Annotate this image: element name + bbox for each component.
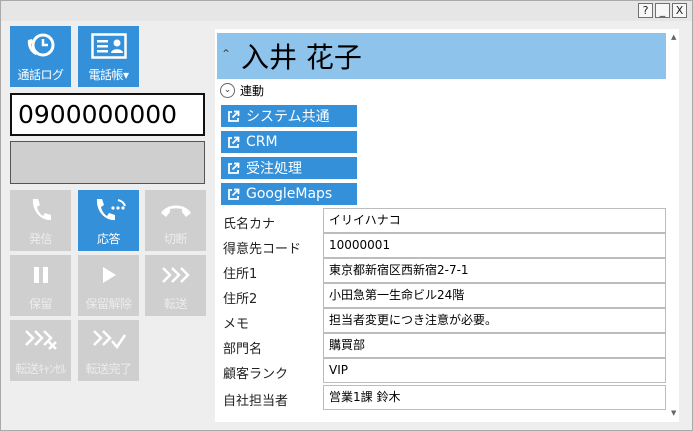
link-label: システム共通 <box>246 109 330 125</box>
phone-number-display[interactable]: 0900000000 <box>10 93 205 136</box>
field-value-staff[interactable]: 営業1課 鈴木 <box>323 385 666 410</box>
collapse-chevron-icon[interactable]: ⌃ <box>221 47 231 61</box>
unhold-label: 保留解除 <box>85 297 132 311</box>
link-label: GoogleMaps <box>246 186 333 202</box>
hangup-label: 切断 <box>163 232 188 246</box>
transfer-complete-button[interactable]: 転送完了 <box>78 320 139 381</box>
transfer-cancel-button[interactable]: 転送ｷｬﾝｾﾙ <box>10 320 71 381</box>
external-link-icon <box>223 131 243 153</box>
field-value-memo[interactable]: 担当者変更につき注意が必要。 <box>323 308 666 333</box>
field-value-department[interactable]: 購買部 <box>323 333 666 358</box>
transfer-icon <box>145 255 206 295</box>
transfer-cancel-label: 転送ｷｬﾝｾﾙ <box>15 362 66 376</box>
external-link-icon <box>223 105 243 127</box>
call-button[interactable]: 発信 <box>10 190 71 251</box>
clock-phone-icon <box>10 26 71 66</box>
field-value-address2[interactable]: 小田急第一生命ビル24階 <box>323 283 666 308</box>
hold-button[interactable]: 保留 <box>10 255 71 316</box>
phonebook-label: 電話帳▾ <box>88 68 129 82</box>
field-label: 得意先コード <box>223 242 302 257</box>
help-button[interactable]: ? <box>638 3 653 18</box>
scroll-up-arrow-icon[interactable]: ▲ <box>671 33 676 41</box>
transfer-cancel-icon <box>10 320 71 360</box>
phone-icon <box>10 190 71 230</box>
field-label: 自社担当者 <box>223 394 289 409</box>
field-label: 氏名カナ <box>223 217 276 232</box>
field-value-kana[interactable]: イリイハナコ <box>323 208 666 233</box>
field-value-customer-rank[interactable]: VIP <box>323 358 666 383</box>
contact-name: 入井 花子 <box>241 41 362 74</box>
softphone-window: ? _ X 通話ログ 電話帳▾ 0900000000 発信 応答 切断 保留 保… <box>0 0 693 431</box>
phone-ringing-icon <box>78 190 139 230</box>
transfer-complete-icon <box>78 320 139 360</box>
answer-label: 応答 <box>96 232 121 246</box>
link-section-toggle[interactable]: ⌄ 連動 <box>220 81 264 99</box>
field-label: メモ <box>223 317 250 332</box>
call-status-display <box>10 141 205 184</box>
play-icon <box>78 255 139 295</box>
field-label: 部門名 <box>223 342 263 357</box>
hangup-button[interactable]: 切断 <box>145 190 206 251</box>
link-section-label: 連動 <box>240 83 265 98</box>
call-log-button[interactable]: 通話ログ <box>10 26 71 87</box>
close-button[interactable]: X <box>672 3 687 18</box>
link-button-orders[interactable]: 受注処理 <box>221 157 357 179</box>
answer-button[interactable]: 応答 <box>78 190 139 251</box>
phonebook-button[interactable]: 電話帳▾ <box>78 26 139 87</box>
field-value-address1[interactable]: 東京都新宿区西新宿2-7-1 <box>323 258 666 283</box>
field-label: 顧客ランク <box>223 367 289 382</box>
call-label: 発信 <box>28 232 53 246</box>
link-button-crm[interactable]: CRM <box>221 131 357 153</box>
link-label: 受注処理 <box>246 161 302 177</box>
minimize-button[interactable]: _ <box>655 3 670 18</box>
transfer-complete-label: 転送完了 <box>85 362 132 376</box>
transfer-label: 転送 <box>163 297 188 311</box>
link-button-googlemaps[interactable]: GoogleMaps <box>221 183 357 205</box>
contact-card-icon <box>78 26 139 66</box>
title-bar: ? _ X <box>1 1 692 21</box>
contact-header: ⌃ 入井 花子 <box>217 33 666 79</box>
external-link-icon <box>223 183 243 205</box>
link-label: CRM <box>246 134 278 150</box>
call-log-label: 通話ログ <box>17 68 64 82</box>
pause-icon <box>10 255 71 295</box>
field-label: 住所2 <box>223 292 258 307</box>
field-label: 住所1 <box>223 267 258 282</box>
link-button-system[interactable]: システム共通 <box>221 105 357 127</box>
external-link-icon <box>223 157 243 179</box>
chevron-down-icon: ⌄ <box>220 82 235 98</box>
hold-label: 保留 <box>28 297 53 311</box>
scroll-down-arrow-icon[interactable]: ▼ <box>671 409 676 417</box>
field-value-customer-code[interactable]: 10000001 <box>323 233 666 258</box>
unhold-button[interactable]: 保留解除 <box>78 255 139 316</box>
hangup-icon <box>145 190 206 230</box>
transfer-button[interactable]: 転送 <box>145 255 206 316</box>
